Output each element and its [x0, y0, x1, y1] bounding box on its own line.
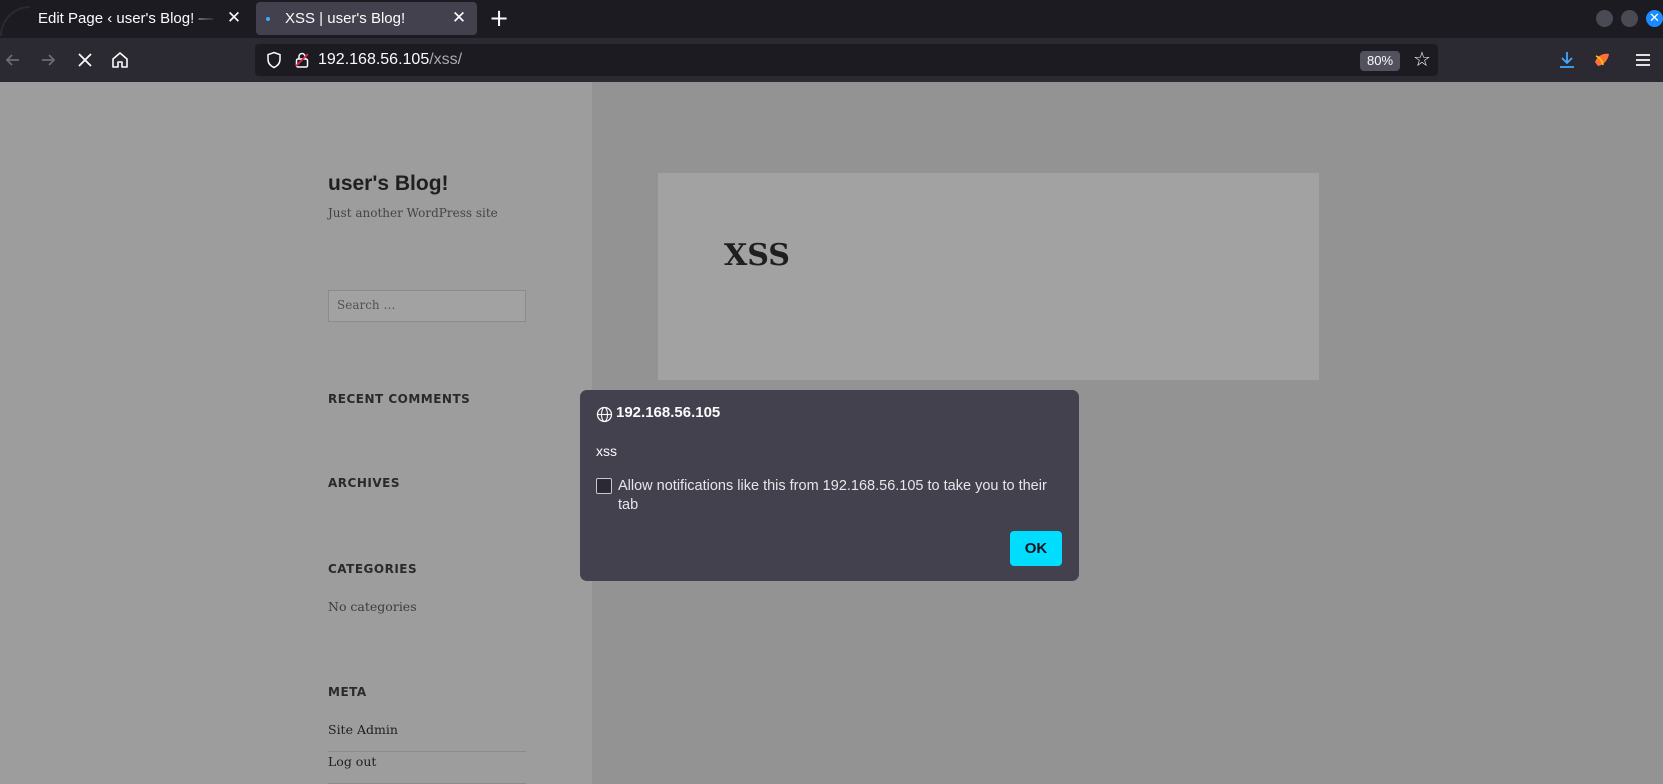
star-icon[interactable]: ☆: [1411, 48, 1433, 70]
allow-tab-switch-checkbox[interactable]: [596, 478, 612, 494]
back-icon[interactable]: [2, 49, 24, 71]
meta-link-site-admin[interactable]: Site Admin: [328, 722, 526, 752]
minimize-window-button[interactable]: [1596, 10, 1613, 27]
search-input[interactable]: Search …: [328, 290, 526, 322]
article-title: XSS: [724, 238, 790, 273]
widget-title-meta: META: [328, 685, 367, 699]
url-text[interactable]: 192.168.56.105/xss/: [318, 44, 462, 76]
url-host: 192.168.56.105: [318, 51, 430, 68]
download-icon[interactable]: [1555, 48, 1579, 72]
home-icon[interactable]: [109, 49, 131, 71]
stop-icon[interactable]: [74, 49, 96, 71]
ok-button[interactable]: OK: [1010, 531, 1062, 566]
tab-title: Edit Page ‹ user's Blog! — WordPress: [38, 10, 218, 27]
tab-xss[interactable]: XSS | user's Blog! ✕: [256, 2, 477, 35]
widget-title-categories: CATEGORIES: [328, 562, 418, 576]
widget-title-archives: ARCHIVES: [328, 476, 400, 490]
maximize-window-button[interactable]: [1621, 10, 1638, 27]
allow-tab-switch-label[interactable]: Allow notifications like this from 192.1…: [618, 477, 1058, 515]
globe-icon: [596, 406, 613, 423]
url-path: /xss/: [429, 51, 463, 68]
new-tab-button[interactable]: +: [488, 4, 510, 32]
alert-dialog: 192.168.56.105 xss Allow notifications l…: [580, 390, 1079, 581]
loading-indicator-icon: [266, 17, 270, 21]
close-window-button[interactable]: ✕: [1646, 10, 1663, 27]
lock-icon[interactable]: [293, 51, 311, 69]
sidebar: [0, 82, 592, 784]
forward-icon[interactable]: [37, 49, 59, 71]
site-title[interactable]: user's Blog!: [328, 172, 449, 196]
close-icon[interactable]: ✕: [451, 9, 467, 27]
meta-link-log-out[interactable]: Log out: [328, 754, 526, 784]
address-bar[interactable]: 192.168.56.105/xss/ 80% ☆: [255, 44, 1438, 76]
tab-edit-page[interactable]: Edit Page ‹ user's Blog! — WordPress ✕: [0, 2, 250, 35]
article-card: XSS: [658, 173, 1319, 380]
categories-empty-text: No categories: [328, 599, 417, 614]
site-description: Just another WordPress site: [328, 206, 498, 220]
menu-icon[interactable]: [1631, 48, 1655, 72]
dialog-message: xss: [596, 443, 617, 459]
widget-title-recent-comments: RECENT COMMENTS: [328, 392, 471, 406]
tab-title: XSS | user's Blog!: [285, 10, 406, 27]
close-icon[interactable]: ✕: [226, 9, 242, 27]
shield-icon[interactable]: [265, 51, 283, 69]
navigation-toolbar: 192.168.56.105/xss/ 80% ☆: [0, 38, 1663, 82]
dialog-origin-host: 192.168.56.105: [616, 404, 721, 421]
extension-icon[interactable]: [1590, 48, 1614, 72]
tab-bar: Edit Page ‹ user's Blog! — WordPress ✕ X…: [0, 0, 1663, 38]
zoom-level-button[interactable]: 80%: [1360, 51, 1400, 71]
